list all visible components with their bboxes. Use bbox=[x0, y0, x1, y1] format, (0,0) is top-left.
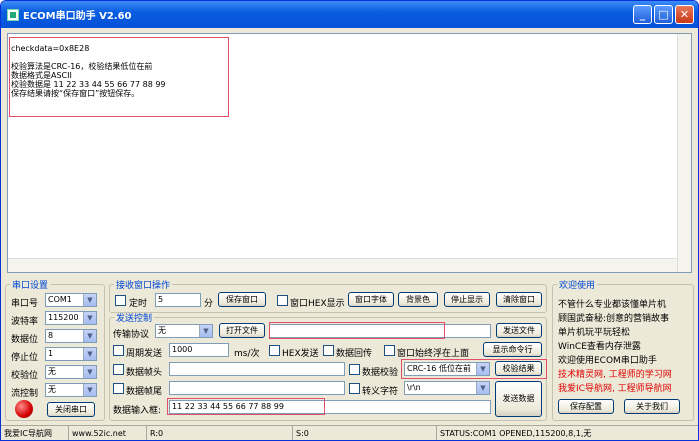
welcome-link[interactable]: 顾国武奋秘:创意的营销故事 bbox=[558, 311, 669, 324]
flow-select[interactable]: 无 ▼ bbox=[45, 383, 97, 397]
stopbits-select[interactable]: 1 ▼ bbox=[45, 347, 97, 361]
window-title: ECOM串口助手 V2.60 bbox=[23, 11, 132, 22]
timer-input[interactable]: 5 bbox=[155, 293, 201, 307]
status-bar: 我爱IC导航网 www.52ic.net R:0 S:0 STATUS:COM1… bbox=[1, 425, 698, 440]
frame-header-input[interactable] bbox=[169, 362, 345, 376]
escape-checkbox[interactable] bbox=[349, 383, 360, 394]
maximize-icon[interactable]: □ bbox=[654, 5, 673, 24]
status-port: STATUS:COM1 OPENED,115200,8,1,无 bbox=[440, 429, 592, 438]
save-window-button[interactable]: 保存窗口 bbox=[218, 292, 266, 307]
parity-label: 校验位 bbox=[11, 371, 39, 381]
status-received-count: R:0 bbox=[147, 426, 293, 440]
highlight-box bbox=[167, 398, 325, 415]
close-icon[interactable]: ✕ bbox=[675, 5, 694, 24]
chevron-down-icon: ▼ bbox=[476, 382, 489, 394]
chevron-down-icon: ▼ bbox=[83, 294, 96, 306]
stop-display-button[interactable]: 停止显示 bbox=[444, 292, 490, 307]
vertical-scrollbar[interactable] bbox=[677, 34, 691, 272]
chevron-down-icon: ▼ bbox=[83, 348, 96, 360]
welcome-link[interactable]: 不管什么专业都该懂单片机 bbox=[558, 297, 666, 310]
save-config-button[interactable]: 保存配置 bbox=[558, 399, 614, 414]
chevron-down-icon: ▼ bbox=[83, 384, 96, 396]
highlight-box bbox=[269, 322, 445, 339]
show-cmd-button[interactable]: 显示命令行 bbox=[483, 342, 542, 357]
frame-header-checkbox[interactable] bbox=[113, 364, 124, 375]
period-send-checkbox[interactable] bbox=[113, 345, 124, 356]
chevron-down-icon: ▼ bbox=[83, 312, 96, 324]
send-control-legend: 发送控制 bbox=[116, 314, 153, 324]
protocol-select[interactable]: 无 ▼ bbox=[155, 324, 213, 338]
escape-label: 转义字符 bbox=[362, 387, 399, 397]
frame-footer-input[interactable] bbox=[169, 381, 345, 395]
about-us-button[interactable]: 关于我们 bbox=[624, 399, 680, 414]
period-unit: ms/次 bbox=[234, 349, 260, 359]
timer-unit: 分 bbox=[204, 299, 214, 309]
frame-header-label: 数据帧头 bbox=[126, 368, 163, 378]
parity-select[interactable]: 无 ▼ bbox=[45, 365, 97, 379]
port-label: 串口号 bbox=[11, 299, 39, 309]
timer-checkbox[interactable] bbox=[115, 295, 126, 306]
period-send-label: 周期发送 bbox=[126, 349, 163, 359]
frame-footer-checkbox[interactable] bbox=[113, 383, 124, 394]
checksum-label: 数据校验 bbox=[362, 368, 399, 378]
horizontal-scrollbar[interactable] bbox=[8, 258, 677, 272]
open-file-button[interactable]: 打开文件 bbox=[219, 323, 265, 338]
hex-send-label: HEX发送 bbox=[282, 349, 319, 359]
protocol-label: 传输协议 bbox=[113, 330, 150, 340]
data-input-label: 数据输入框: bbox=[113, 406, 162, 416]
echo-label: 数据回传 bbox=[336, 349, 373, 359]
chevron-down-icon: ▼ bbox=[83, 330, 96, 342]
checksum-result-button[interactable]: 校验结果 bbox=[495, 361, 542, 376]
highlight-box bbox=[9, 37, 229, 117]
status-site[interactable]: 我爱IC导航网 bbox=[1, 426, 69, 440]
hex-display-checkbox[interactable] bbox=[277, 295, 288, 306]
baud-label: 波特率 bbox=[11, 317, 39, 327]
chevron-down-icon: ▼ bbox=[199, 325, 212, 337]
clear-window-button[interactable]: 清除窗口 bbox=[496, 292, 542, 307]
port-status-led-icon bbox=[15, 400, 33, 418]
welcome-legend: 欢迎使用 bbox=[559, 281, 596, 291]
flow-label: 流控制 bbox=[11, 389, 39, 399]
window-font-button[interactable]: 窗口字体 bbox=[348, 292, 394, 307]
close-port-button[interactable]: 关闭串口 bbox=[47, 402, 95, 417]
hex-send-checkbox[interactable] bbox=[269, 345, 280, 356]
welcome-red-link[interactable]: 我爱IC导航网, 工程师导航网 bbox=[558, 381, 672, 394]
serial-settings-legend: 串口设置 bbox=[12, 281, 49, 291]
receive-ops-legend: 接收窗口操作 bbox=[116, 281, 171, 291]
baud-select[interactable]: 115200 ▼ bbox=[45, 311, 97, 325]
send-file-button[interactable]: 发送文件 bbox=[496, 323, 542, 338]
send-data-button[interactable]: 发送数据 bbox=[495, 381, 542, 417]
minimize-icon[interactable]: _ bbox=[633, 5, 652, 24]
always-on-top-label: 窗口始终浮在上面 bbox=[397, 349, 470, 359]
always-on-top-checkbox[interactable] bbox=[384, 345, 395, 356]
period-input[interactable]: 1000 bbox=[169, 343, 229, 357]
status-url[interactable]: www.52ic.net bbox=[69, 426, 147, 440]
echo-checkbox[interactable] bbox=[323, 345, 334, 356]
welcome-red-link[interactable]: 技术精灵网, 工程师的学习网 bbox=[558, 367, 672, 380]
chevron-down-icon: ▼ bbox=[83, 366, 96, 378]
welcome-link[interactable]: 欢迎使用ECOM串口助手 bbox=[558, 353, 657, 366]
checksum-checkbox[interactable] bbox=[349, 364, 360, 375]
databits-label: 数据位 bbox=[11, 335, 39, 345]
timer-label: 定时 bbox=[129, 299, 148, 309]
app-icon bbox=[7, 8, 19, 21]
title-bar[interactable]: ECOM串口助手 V2.60 _ □ ✕ bbox=[1, 1, 698, 28]
welcome-link[interactable]: 单片机玩平玩轻松 bbox=[558, 325, 630, 338]
databits-select[interactable]: 8 ▼ bbox=[45, 329, 97, 343]
port-select[interactable]: COM1 ▼ bbox=[45, 293, 97, 307]
frame-footer-label: 数据帧尾 bbox=[126, 387, 163, 397]
welcome-link[interactable]: WinCE查看内存泄露 bbox=[558, 339, 641, 352]
status-sent-count: S:0 bbox=[293, 426, 437, 440]
hex-display-label: 窗口HEX显示 bbox=[290, 299, 345, 309]
app-window: ECOM串口助手 V2.60 _ □ ✕ checkdata=0x8E28 校验… bbox=[0, 0, 699, 441]
escape-select[interactable]: \r\n ▼ bbox=[404, 381, 490, 395]
stopbits-label: 停止位 bbox=[11, 353, 39, 363]
background-color-button[interactable]: 背景色 bbox=[398, 292, 438, 307]
